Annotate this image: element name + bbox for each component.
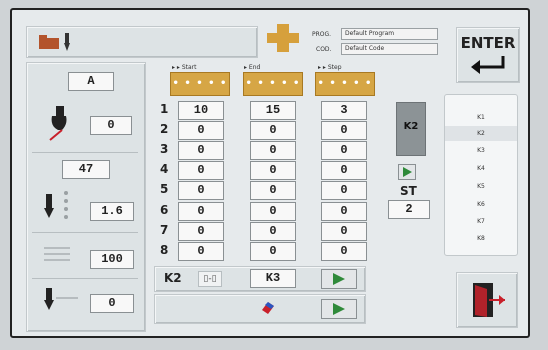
start-cell[interactable]: 0 [178,161,224,180]
step-cell[interactable]: 0 [321,242,367,261]
speed-icon [44,247,70,261]
start-cell[interactable]: 10 [178,101,224,120]
tool-icon [64,33,70,51]
k-list-item-selected[interactable]: K2 [445,126,517,141]
tool-value-field[interactable]: 0 [90,116,132,135]
start-cell[interactable]: 0 [178,141,224,160]
k-list-item[interactable]: K5 [445,179,517,194]
value-47-field[interactable]: 47 [62,160,110,179]
machine-screen: PROG. Default Program COD. Default Code … [10,8,530,338]
bottom-value-field[interactable]: 0 [90,294,134,313]
row-number: 4 [160,162,169,176]
row-number: 8 [160,243,169,257]
enter-button[interactable]: ENTER [456,27,520,83]
enter-arrow-icon [471,56,505,74]
start-cell[interactable]: 0 [178,242,224,261]
k-list-item[interactable]: K1 [445,110,517,125]
erase-play-button[interactable] [321,299,357,319]
start-header: ▸ ▸ Start [172,64,197,71]
start-cell[interactable]: 0 [178,121,224,140]
end-cell[interactable]: 0 [250,141,296,160]
start-cell[interactable]: 0 [178,222,224,241]
k-list-item[interactable]: K8 [445,231,517,246]
prog-label: PROG. [312,31,332,38]
k-list-item[interactable]: K7 [445,214,517,229]
end-cell[interactable]: 0 [250,242,296,261]
row-number: 5 [160,182,169,196]
copy-play-button[interactable] [321,269,357,289]
copy-range-toggle[interactable]: ▯-▯ [198,271,222,287]
row-number: 2 [160,122,169,136]
copy-to-field[interactable]: K3 [250,269,296,288]
row-number: 1 [160,102,169,116]
start-cell[interactable]: 0 [178,181,224,200]
step-cell[interactable]: 3 [321,101,367,120]
row-number: 6 [160,203,169,217]
cod-label: COD. [316,46,332,53]
eraser-icon[interactable] [260,300,276,314]
end-input-button[interactable]: • • • • • [243,72,303,96]
st-value-field[interactable]: 2 [388,200,430,219]
k-list-item[interactable]: K3 [445,143,517,158]
exit-door-icon [473,283,505,317]
k-list-item[interactable]: K6 [445,197,517,212]
step-feed-icon [44,191,68,219]
k-selected-label: K2 [403,121,419,132]
row-number: 3 [160,142,169,156]
end-cell[interactable]: 0 [250,161,296,180]
cod-field[interactable]: Default Code [341,43,438,55]
end-header: ▸ End [244,64,261,71]
step-input-button[interactable]: • • • • • [315,72,375,96]
play-icon [333,303,345,315]
divider [32,232,138,233]
step-cell[interactable]: 0 [321,141,367,160]
step-value-field[interactable]: 1.6 [90,202,134,221]
start-cell[interactable]: 0 [178,202,224,221]
nozzle-icon [49,106,67,141]
prog-field[interactable]: Default Program [341,28,438,40]
exit-button[interactable] [456,272,518,328]
divider [32,152,138,153]
step-header: ▸ ▸ Step [318,64,342,71]
divider [32,278,138,279]
folder-icon [39,35,59,49]
step-cell[interactable]: 0 [321,161,367,180]
mode-field[interactable]: A [68,72,114,91]
k-list-item[interactable]: K4 [445,161,517,176]
k-selector-button[interactable]: K2 [396,102,426,156]
end-cell[interactable]: 0 [250,121,296,140]
speed-value-field[interactable]: 100 [90,250,134,269]
step-cell[interactable]: 0 [321,202,367,221]
end-cell[interactable]: 0 [250,181,296,200]
copy-from-label: K2 [164,271,182,285]
k-list: K1 K2 K3 K4 K5 K6 K7 K8 [444,94,518,256]
row-number: 7 [160,223,169,237]
st-label: ST [400,184,417,198]
step-cell[interactable]: 0 [321,121,367,140]
play-icon [403,167,412,177]
play-icon [333,273,345,285]
end-cell[interactable]: 0 [250,202,296,221]
puzzle-icon[interactable] [267,24,299,52]
nozzle-feed-icon [44,288,78,310]
start-input-button[interactable]: • • • • • [170,72,230,96]
status-panel [26,26,258,58]
step-cell[interactable]: 0 [321,181,367,200]
step-cell[interactable]: 0 [321,222,367,241]
end-cell[interactable]: 15 [250,101,296,120]
enter-label: ENTER [460,34,516,52]
end-cell[interactable]: 0 [250,222,296,241]
k-play-button[interactable] [398,164,416,180]
